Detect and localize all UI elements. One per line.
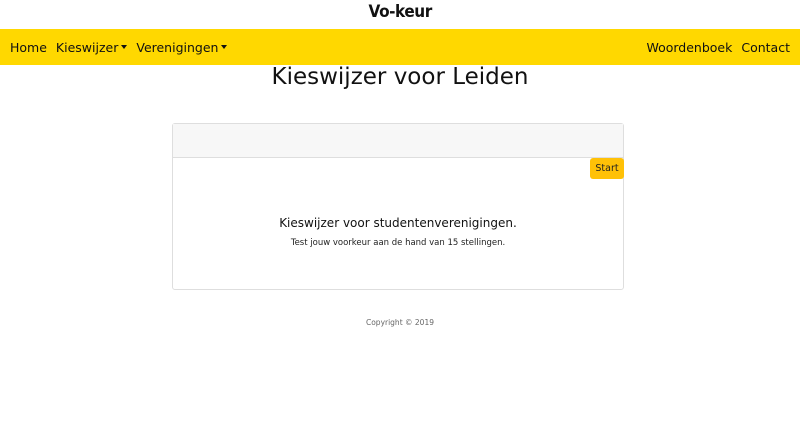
nav-kieswijzer-dropdown[interactable]: Kieswijzer	[55, 39, 128, 55]
nav-verenigingen-dropdown[interactable]: Verenigingen	[136, 39, 228, 55]
nav-woordenboek[interactable]: Woordenboek	[646, 40, 732, 55]
nav-left-group: Home Kieswijzer Verenigingen	[10, 40, 236, 55]
nav-contact-label: Contact	[741, 39, 790, 55]
nav-home-label: Home	[10, 39, 47, 55]
nav-woordenboek-label: Woordenboek	[646, 39, 733, 55]
quiz-card: Start Kieswijzer voor studentenverenigin…	[172, 123, 624, 290]
nav-right-group: Woordenboek Contact	[637, 40, 790, 55]
page-title: Kieswijzer voor Leiden	[271, 64, 529, 90]
brand-header: Vo-keur	[0, 2, 800, 22]
nav-verenigingen-label: Verenigingen	[136, 39, 219, 55]
card-description: Test jouw voorkeur aan de hand van 15 st…	[290, 238, 506, 248]
nav-contact[interactable]: Contact	[741, 40, 790, 55]
main-navbar: Home Kieswijzer Verenigingen Woordenboek…	[0, 29, 800, 65]
card-header	[173, 124, 623, 158]
footer-copyright: Copyright © 2019	[365, 318, 434, 327]
nav-kieswijzer-label: Kieswijzer	[55, 39, 119, 55]
caret-down-icon	[121, 45, 128, 49]
brand-logo[interactable]: Vo-keur	[368, 2, 432, 22]
start-button[interactable]: Start	[590, 158, 624, 179]
caret-down-icon	[221, 45, 228, 49]
nav-home[interactable]: Home	[10, 40, 47, 55]
card-body: Kieswijzer voor studentenverenigingen. T…	[173, 216, 623, 248]
card-heading: Kieswijzer voor studentenverenigingen.	[279, 216, 517, 230]
